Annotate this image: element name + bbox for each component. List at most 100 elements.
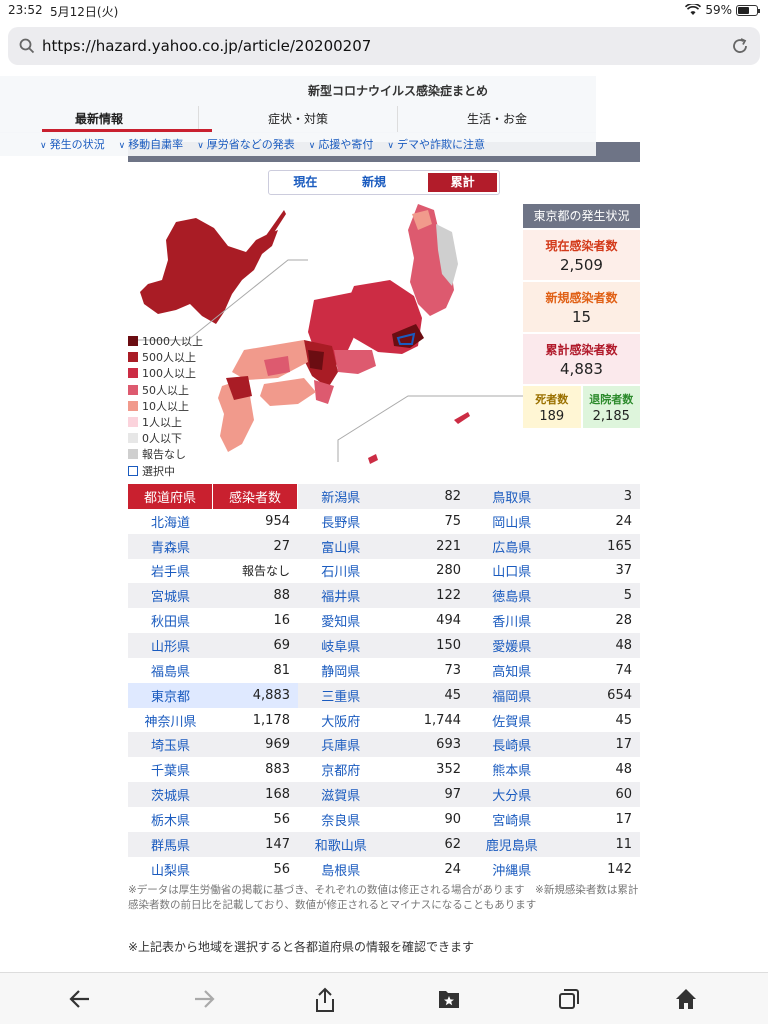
- prefecture-link[interactable]: 岐阜県: [298, 633, 384, 658]
- tab-symptoms[interactable]: 症状・対策: [199, 106, 398, 132]
- back-icon[interactable]: [68, 987, 92, 1011]
- prefecture-link[interactable]: 滋賀県: [298, 782, 384, 807]
- table-group: 岩手県 報告なし: [128, 559, 298, 584]
- prefecture-link[interactable]: 山梨県: [128, 857, 213, 882]
- prefecture-link[interactable]: 千葉県: [128, 757, 213, 782]
- prefecture-link[interactable]: 愛媛県: [469, 633, 555, 658]
- subnav-item-scams[interactable]: ∨ デマや詐欺に注意: [387, 136, 485, 152]
- prefecture-link[interactable]: 茨城県: [128, 782, 213, 807]
- case-count: 165: [607, 538, 632, 554]
- prefecture-link[interactable]: 兵庫県: [298, 732, 384, 757]
- table-group: 群馬県 147: [128, 831, 298, 857]
- prefecture-link[interactable]: 静岡県: [298, 658, 384, 683]
- subnav-item-support[interactable]: ∨ 応援や寄付: [309, 136, 374, 152]
- prefecture-link[interactable]: 京都府: [298, 757, 384, 782]
- table-group: 島根県 24: [298, 857, 469, 882]
- table-group: 富山県 221: [298, 533, 469, 559]
- prefecture-link[interactable]: 鹿児島県: [469, 832, 555, 857]
- prefecture-link[interactable]: 広島県: [469, 534, 555, 559]
- table-group: 埼玉県 969: [128, 732, 298, 758]
- case-count: 56: [273, 861, 290, 877]
- prefecture-link[interactable]: 福島県: [128, 658, 213, 683]
- prefecture-link[interactable]: 島根県: [298, 857, 384, 882]
- prefecture-link[interactable]: 奈良県: [298, 807, 384, 832]
- table-row: 神奈川県 1,178 大阪府 1,744 佐賀県 45: [128, 708, 640, 733]
- table-group: 徳島県 5: [469, 583, 640, 609]
- reload-icon[interactable]: [730, 36, 750, 56]
- toggle-current[interactable]: 現在: [271, 173, 340, 192]
- prefecture-link[interactable]: 福井県: [298, 583, 384, 608]
- prefecture-link[interactable]: 香川県: [469, 608, 555, 633]
- subnav-item-announcements[interactable]: ∨ 厚労省などの発表: [197, 136, 295, 152]
- search-icon: [19, 38, 35, 54]
- table-group: 岡山県 24: [469, 509, 640, 534]
- prefecture-link[interactable]: 埼玉県: [128, 732, 213, 757]
- prefecture-link[interactable]: 北海道: [128, 509, 213, 534]
- table-row: 山梨県 56 島根県 24 沖縄県 142: [128, 857, 640, 882]
- tabs-icon[interactable]: [557, 987, 581, 1011]
- prefecture-link[interactable]: 福岡県: [469, 683, 555, 708]
- prefecture-link[interactable]: 沖縄県: [469, 857, 555, 882]
- sub-navigation: ∨ 発生の状況 ∨ 移動自粛率 ∨ 厚労省などの発表 ∨ 応援や寄付 ∨ デマや詐欺に注意: [0, 132, 596, 156]
- case-count: 73: [444, 662, 461, 678]
- bookmarks-icon[interactable]: [437, 987, 461, 1011]
- prefecture-link[interactable]: 石川県: [298, 559, 384, 584]
- prefecture-link[interactable]: 富山県: [298, 534, 384, 559]
- table-row: 宮城県 88 福井県 122 徳島県 5: [128, 583, 640, 609]
- prefecture-link[interactable]: 高知県: [469, 658, 555, 683]
- prefecture-link[interactable]: 宮崎県: [469, 807, 555, 832]
- prefecture-link[interactable]: 群馬県: [128, 832, 213, 857]
- table-group: 大分県 60: [469, 782, 640, 807]
- subnav-item-mobility[interactable]: ∨ 移動自粛率: [119, 136, 184, 152]
- toggle-new[interactable]: 新規: [340, 173, 409, 192]
- address-bar[interactable]: https://hazard.yahoo.co.jp/article/20200…: [8, 27, 760, 65]
- prefecture-link[interactable]: 東京都: [128, 683, 213, 708]
- map-osaka: [308, 350, 324, 370]
- url-text[interactable]: https://hazard.yahoo.co.jp/article/20200…: [42, 37, 371, 55]
- prefecture-link[interactable]: 新潟県: [298, 484, 384, 509]
- prefecture-link[interactable]: 宮城県: [128, 583, 213, 608]
- table-group: 岐阜県 150: [298, 633, 469, 658]
- table-group: 奈良県 90: [298, 807, 469, 832]
- prefecture-link[interactable]: 秋田県: [128, 608, 213, 633]
- case-count: 883: [265, 762, 290, 778]
- prefecture-link[interactable]: 岡山県: [469, 509, 555, 534]
- case-count: 147: [265, 836, 290, 852]
- subnav-item-outbreak[interactable]: ∨ 発生の状況: [40, 136, 105, 152]
- table-group: 神奈川県 1,178: [128, 708, 298, 733]
- prefecture-link[interactable]: 青森県: [128, 534, 213, 559]
- prefecture-link[interactable]: 三重県: [298, 683, 384, 708]
- forward-icon[interactable]: [192, 987, 216, 1011]
- table-group: 宮崎県 17: [469, 807, 640, 832]
- home-icon[interactable]: [674, 987, 698, 1011]
- share-icon[interactable]: [313, 987, 337, 1013]
- prefecture-link[interactable]: 佐賀県: [469, 708, 555, 733]
- okinawa-inset-border: [337, 395, 524, 462]
- prefecture-link[interactable]: 長野県: [298, 509, 384, 534]
- table-group: 北海道 954: [128, 509, 298, 534]
- prefecture-link[interactable]: 山形県: [128, 633, 213, 658]
- prefecture-link[interactable]: 神奈川県: [128, 708, 213, 733]
- table-group: 長崎県 17: [469, 732, 640, 758]
- prefecture-link[interactable]: 栃木県: [128, 807, 213, 832]
- case-count: 75: [444, 513, 461, 529]
- prefecture-link[interactable]: 熊本県: [469, 757, 555, 782]
- tab-life[interactable]: 生活・お金: [398, 106, 596, 132]
- prefecture-link[interactable]: 和歌山県: [298, 832, 384, 857]
- case-count: 122: [436, 588, 461, 604]
- prefecture-link[interactable]: 徳島県: [469, 583, 555, 608]
- prefecture-link[interactable]: 岩手県: [128, 559, 213, 584]
- table-group: 愛媛県 48: [469, 633, 640, 658]
- case-count: 17: [615, 811, 632, 827]
- prefecture-link[interactable]: 長崎県: [469, 732, 555, 757]
- case-count: 45: [444, 687, 461, 703]
- prefecture-link[interactable]: 山口県: [469, 559, 555, 584]
- prefecture-link[interactable]: 愛知県: [298, 608, 384, 633]
- prefecture-link[interactable]: 鳥取県: [469, 484, 555, 509]
- prefecture-link[interactable]: 大分県: [469, 782, 555, 807]
- prefecture-link[interactable]: 大阪府: [298, 708, 384, 733]
- case-count: 142: [607, 861, 632, 877]
- toggle-total[interactable]: 累計: [428, 173, 498, 192]
- case-count: 74: [615, 662, 632, 678]
- status-right: 59%: [685, 3, 760, 17]
